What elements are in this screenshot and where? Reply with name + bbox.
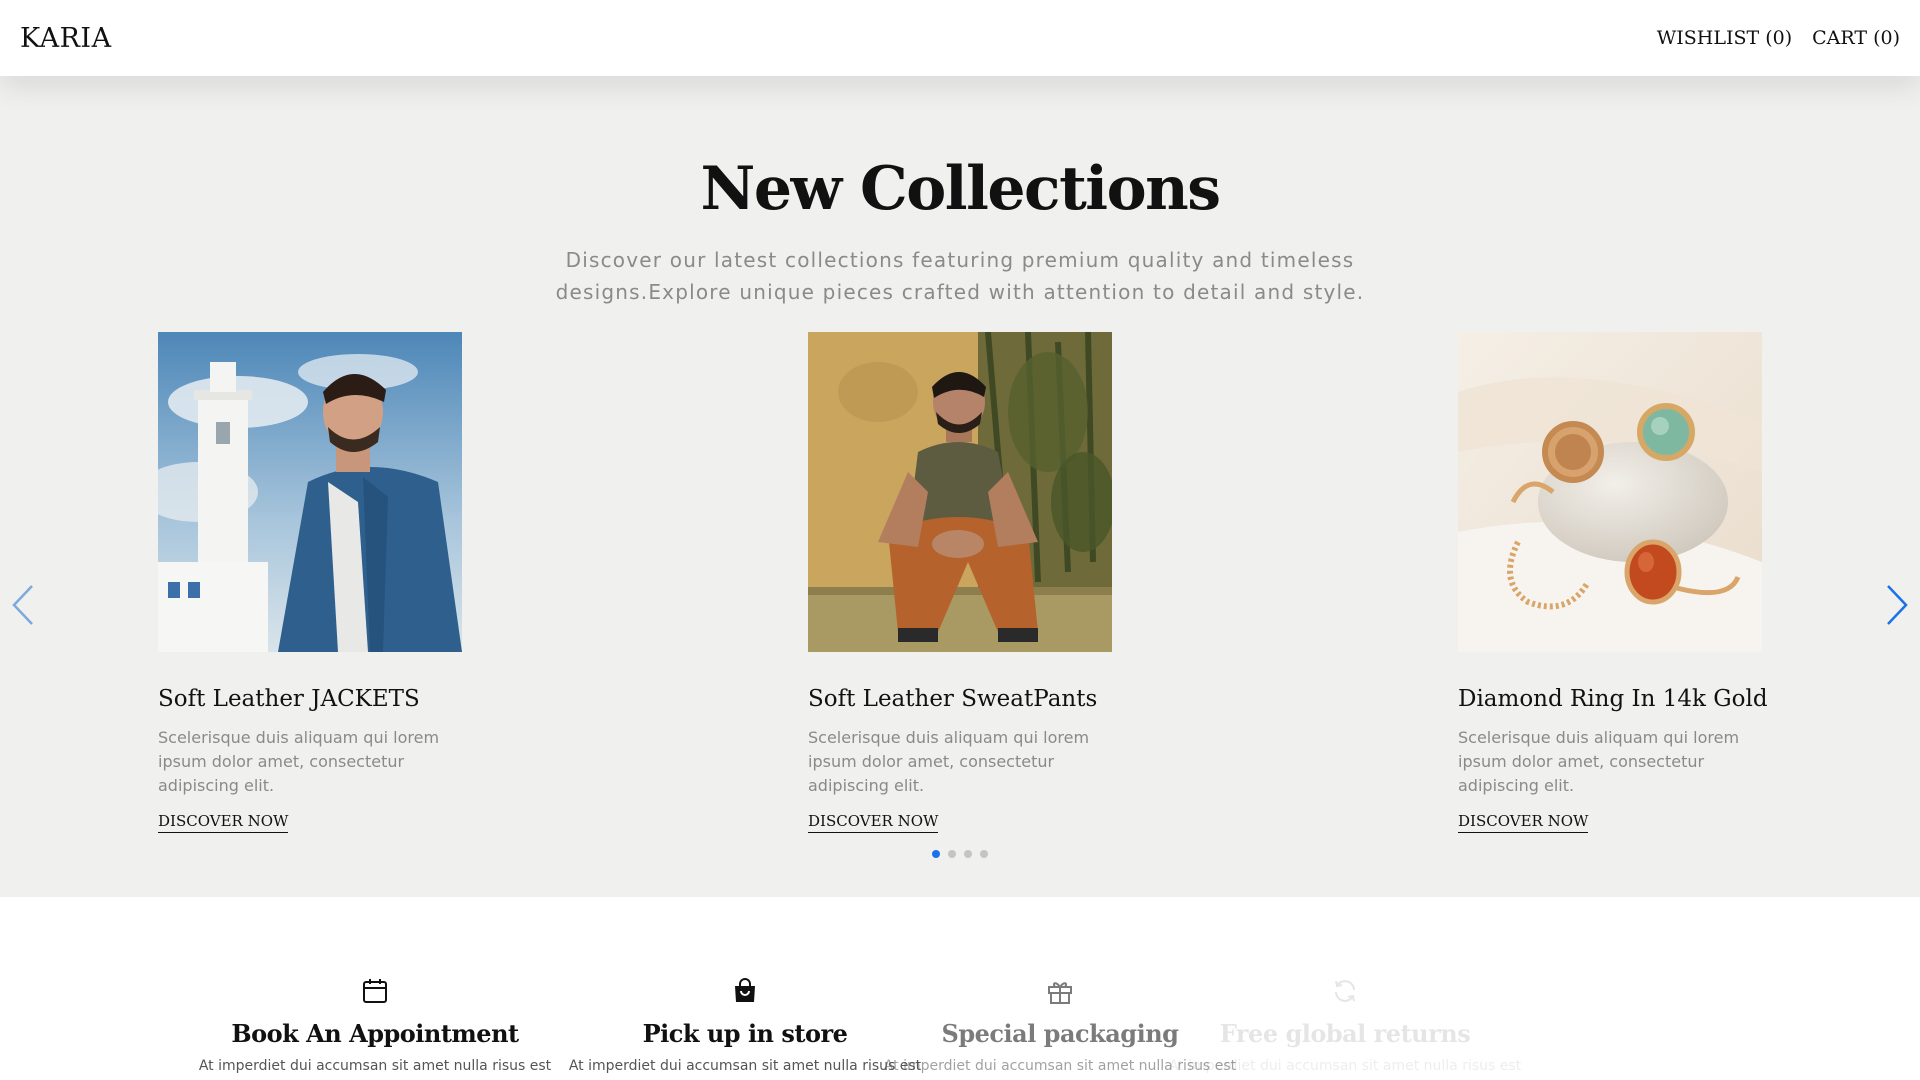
product-image-jacket[interactable] [158, 332, 462, 652]
feature-title: Free global returns [1219, 1019, 1471, 1048]
product-card: Soft Leather JACKETS Scelerisque duis al… [158, 332, 488, 833]
refresh-icon [1335, 980, 1355, 1002]
product-description: Scelerisque duis aliquam qui lorem ipsum… [808, 728, 1090, 795]
feature-title: Book An Appointment [231, 1019, 519, 1048]
section-title: New Collections [700, 154, 1221, 224]
header-nav: WISHLIST (0) CART (0) [1657, 27, 1900, 49]
product-title[interactable]: Soft Leather SweatPants [808, 686, 1138, 712]
discover-now-link[interactable]: DISCOVER NOW [1458, 812, 1589, 833]
product-image-ring[interactable] [1458, 332, 1762, 652]
product-title[interactable]: Diamond Ring In 14k Gold [1458, 686, 1788, 712]
discover-now-link[interactable]: DISCOVER NOW [808, 812, 939, 833]
discover-now-link[interactable]: DISCOVER NOW [158, 812, 289, 833]
features-section: Book An Appointment At imperdiet dui acc… [0, 897, 1920, 1080]
jacket-photo [158, 332, 462, 652]
product-card: Diamond Ring In 14k Gold Scelerisque dui… [1458, 332, 1788, 833]
carousel-prev-button[interactable] [8, 580, 38, 630]
chevron-left-icon [12, 585, 33, 625]
site-header: KARIA WISHLIST (0) CART (0) [0, 0, 1920, 76]
carousel-dot-1[interactable] [932, 850, 940, 858]
carousel-dot-2[interactable] [948, 850, 956, 858]
shopping-bag-icon [735, 978, 755, 1002]
product-description: Scelerisque duis aliquam qui lorem ipsum… [1458, 728, 1740, 795]
feature-description: At imperdiet dui accumsan sit amet nulla… [1168, 1058, 1522, 1074]
feature-free-global-returns: Free global returns At imperdiet dui acc… [1145, 977, 1545, 1074]
collections-section: New Collections Discover our latest coll… [0, 76, 1920, 897]
product-description: Scelerisque duis aliquam qui lorem ipsum… [158, 728, 440, 795]
ring-photo [1458, 332, 1762, 652]
logo[interactable]: KARIA [20, 23, 112, 54]
feature-book-appointment: Book An Appointment At imperdiet dui acc… [175, 977, 575, 1074]
feature-description: At imperdiet dui accumsan sit amet nulla… [198, 1058, 552, 1074]
carousel-pagination [932, 850, 988, 858]
wishlist-link[interactable]: WISHLIST (0) [1657, 27, 1792, 49]
chevron-right-icon [1887, 585, 1908, 625]
product-image-sweatpants[interactable] [808, 332, 1112, 652]
product-card: Soft Leather SweatPants Scelerisque duis… [808, 332, 1138, 833]
sweatpants-photo [808, 332, 1112, 652]
calendar-icon [363, 979, 387, 1003]
carousel-next-button[interactable] [1882, 580, 1912, 630]
carousel-dot-4[interactable] [980, 850, 988, 858]
gift-icon [1048, 982, 1072, 1004]
cart-link[interactable]: CART (0) [1812, 27, 1900, 49]
carousel-dot-3[interactable] [964, 850, 972, 858]
section-description: Discover our latest collections featurin… [555, 248, 1365, 304]
product-title[interactable]: Soft Leather JACKETS [158, 686, 488, 712]
